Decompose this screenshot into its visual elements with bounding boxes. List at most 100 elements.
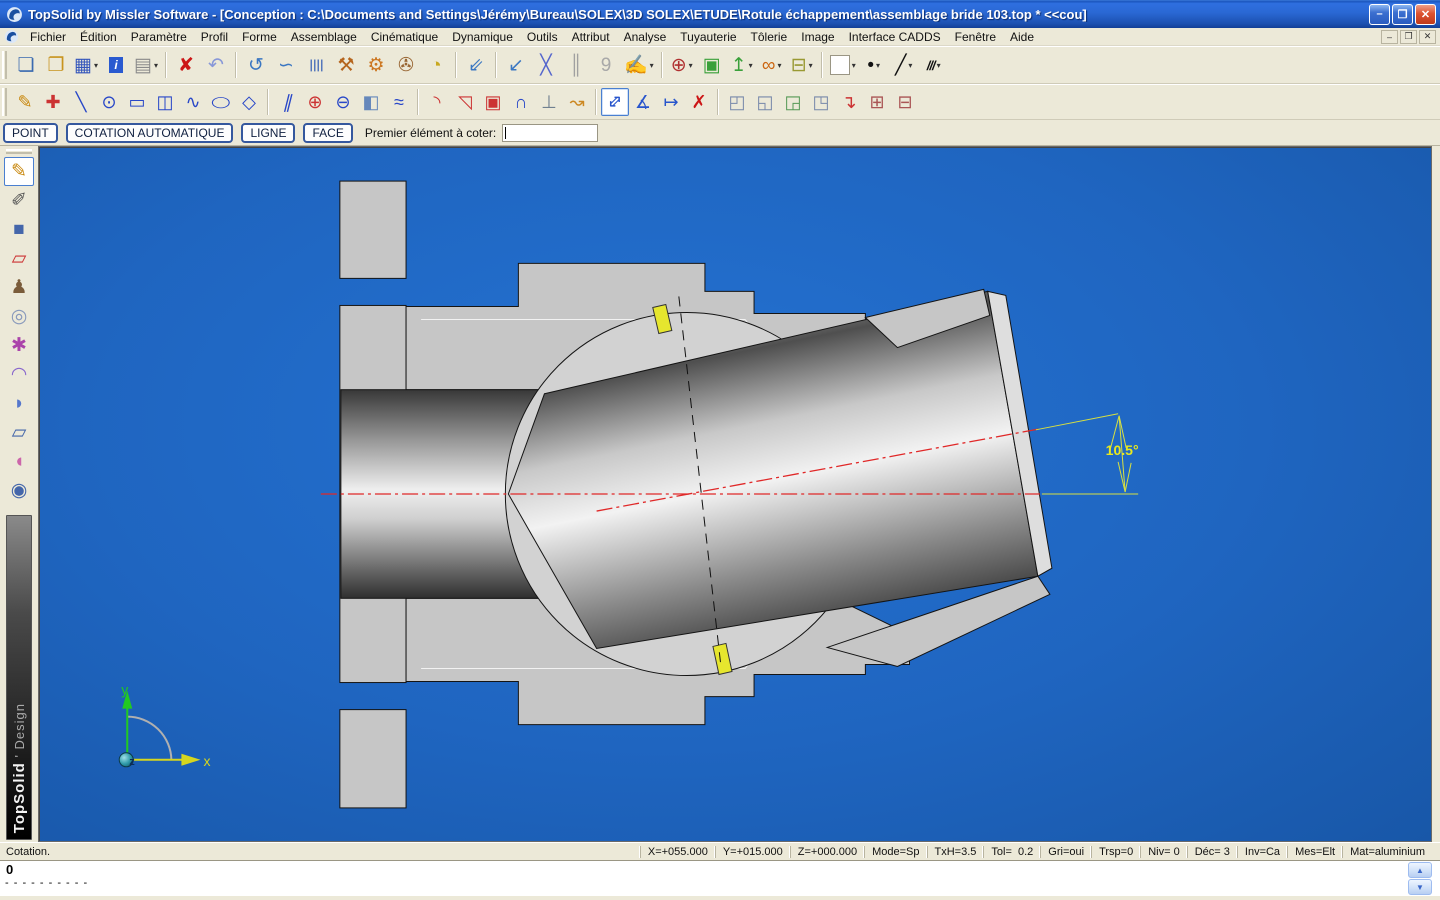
ellipse-button[interactable]: ◯ [207,88,235,116]
mdi-close-button[interactable]: ✕ [1419,30,1436,44]
print-dropdown-arrow-icon[interactable]: ▾ [154,61,158,70]
point-style-button[interactable]: •▾ [859,50,889,80]
move-dimension-button[interactable]: ↦ [657,88,685,116]
verify-hand-button[interactable]: ✍▾ [621,50,657,80]
arch-slot-button[interactable]: ∩ [507,88,535,116]
ligne-filter-button[interactable]: LIGNE [241,123,295,143]
bolt-display-dropdown-arrow-icon[interactable]: ▾ [809,61,813,70]
point-style-dropdown-arrow-icon[interactable]: ▾ [876,61,880,70]
zoom-fit-button[interactable]: ▣ [697,50,727,80]
face-profile-button[interactable]: ◧ [357,88,385,116]
hatch-style-button[interactable]: ///▾ [919,50,949,80]
smart-point-zero-button[interactable]: ⇙ [461,50,491,80]
save-dropdown-arrow-icon[interactable]: ▾ [94,61,98,70]
print-button[interactable]: ▤▾ [131,50,161,80]
document-system-icon[interactable] [4,29,19,44]
bend-surface-button[interactable]: ◠ [4,360,34,389]
build-hammer-button[interactable]: ⚒ [331,50,361,80]
measure-angle-button[interactable]: ╳ [531,50,561,80]
gauge-bars-button[interactable]: ║ [561,50,591,80]
center-point-button[interactable]: ⊕ [301,88,329,116]
toolbar-gripper[interactable] [6,149,33,154]
camera-sphere-button[interactable]: ◉ [4,476,34,505]
hatch-style-dropdown-arrow-icon[interactable]: ▾ [937,61,941,70]
parameters-sliders-button[interactable]: ≣ [301,50,331,80]
command-history-panel[interactable]: 0 - - - - - - - - - - ▲ ▼ [0,860,1440,896]
slot-button[interactable]: ⊖ [329,88,357,116]
close-button[interactable]: ✕ [1415,4,1436,25]
line-button[interactable]: ╲ [67,88,95,116]
reset-ring-button[interactable]: ◔ [421,50,451,80]
assembly-include-button[interactable]: ◰ [723,88,751,116]
measure-nine-button[interactable]: 9 [591,50,621,80]
delete-button[interactable]: ✘ [171,50,201,80]
fillet-button[interactable]: ◝ [423,88,451,116]
menu-interface-cadds[interactable]: Interface CADDS [842,29,948,45]
save-button[interactable]: ▦▾ [71,50,101,80]
wrench-tools-button[interactable]: ⚙ [361,50,391,80]
menu-aide[interactable]: Aide [1003,29,1041,45]
parallel-lines-button[interactable]: ∥ [273,88,301,116]
minimize-button[interactable]: – [1369,4,1390,25]
new-document-button[interactable]: ❏ [11,50,41,80]
smart-point-button[interactable]: ✚ [39,88,67,116]
angle-dimension-button[interactable]: ∡ [629,88,657,116]
cotation-automatique-filter-button[interactable]: COTATION AUTOMATIQUE [66,123,234,143]
delete-constraint-button[interactable]: ✗ [685,88,713,116]
menu-fen-tre[interactable]: Fenêtre [948,29,1003,45]
modify-element-button[interactable]: ∽ [271,50,301,80]
chamfer-button[interactable]: ◹ [451,88,479,116]
sketch-contour-button[interactable]: ✎ [11,88,39,116]
bearing-ring-button[interactable]: ◎ [4,302,34,331]
rectangle-button[interactable]: ▭ [123,88,151,116]
boolean-trim-button[interactable]: ▣ [479,88,507,116]
menu-profil[interactable]: Profil [194,29,235,45]
render-mode-button[interactable]: ∞▾ [757,50,787,80]
measure-distance-button[interactable]: ↙ [501,50,531,80]
menu-tuyauterie[interactable]: Tuyauterie [673,29,743,45]
menu-cin-matique[interactable]: Cinématique [364,29,445,45]
drill-tool-button[interactable]: ♟ [4,273,34,302]
frame-button[interactable]: ◫ [151,88,179,116]
dimension-button[interactable]: ⇕ [601,88,629,116]
assembly-bed-button[interactable]: ◱ [751,88,779,116]
undo-button[interactable]: ↶ [201,50,231,80]
graphics-viewport[interactable]: 10.5° y x z [38,146,1432,842]
toolbar-gripper[interactable] [2,88,7,115]
surface-shape-button[interactable]: ▱ [4,244,34,273]
circle-button[interactable]: ⊙ [95,88,123,116]
menu-image[interactable]: Image [794,29,841,45]
color-swatch-button[interactable]: ▾ [827,50,859,80]
dimension-annotation[interactable]: 10.5° [1036,414,1139,494]
mdi-minimize-button[interactable]: – [1381,30,1398,44]
part-flange-plate-bottom[interactable] [340,710,406,808]
assembly-drive-button[interactable]: ◲ [779,88,807,116]
menu-outils[interactable]: Outils [520,29,565,45]
menu-param-tre[interactable]: Paramètre [124,29,194,45]
kinematic-link-button[interactable]: ◳ [807,88,835,116]
bom-link-button[interactable]: ↴ [835,88,863,116]
open-document-button[interactable]: ❐ [41,50,71,80]
sketch-3d-button[interactable]: ✐ [4,186,34,215]
menu-attribut[interactable]: Attribut [565,29,617,45]
pipe-elbow-button[interactable]: ◗ [4,389,34,418]
part-flange-plate-top[interactable] [340,181,406,278]
trim-limit-button[interactable]: ⊥ [535,88,563,116]
scroll-up-button[interactable]: ▲ [1408,862,1432,878]
face-filter-button[interactable]: FACE [303,123,352,143]
menu-dition[interactable]: Édition [73,29,124,45]
flat-sheet-button[interactable]: ▱ [4,418,34,447]
mdi-restore-button[interactable]: ❐ [1400,30,1417,44]
zoom-plus-button[interactable]: ⊕▾ [667,50,697,80]
dimension-table-button[interactable]: ⊞ [863,88,891,116]
bolt-display-button[interactable]: ⊟▾ [787,50,817,80]
sketch-2d-button[interactable]: ✎ [4,157,34,186]
menu-assemblage[interactable]: Assemblage [284,29,364,45]
dimension-value[interactable]: 10.5° [1106,442,1139,458]
scroll-down-button[interactable]: ▼ [1408,879,1432,895]
zoom-plus-dropdown-arrow-icon[interactable]: ▾ [689,61,693,70]
extend-curve-button[interactable]: ↝ [563,88,591,116]
cad-canvas[interactable]: 10.5° y x z [39,147,1431,841]
restore-button[interactable]: ❐ [1392,4,1413,25]
render-mode-dropdown-arrow-icon[interactable]: ▾ [777,61,781,70]
